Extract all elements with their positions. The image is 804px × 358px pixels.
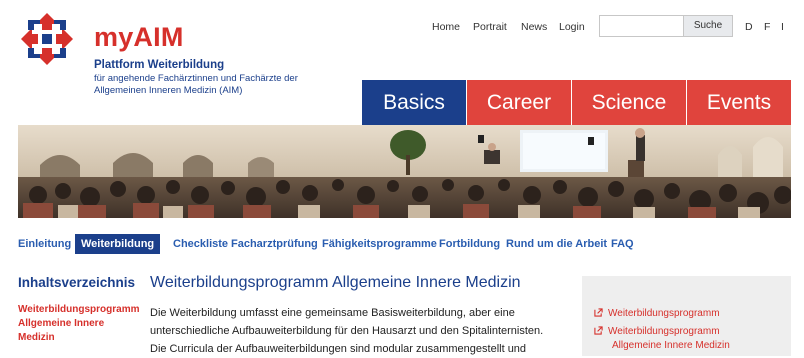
article-body: Die Weiterbildung umfasst eine gemeinsam… bbox=[150, 304, 570, 358]
conference-hall-photo bbox=[18, 125, 791, 218]
hero-image bbox=[18, 125, 791, 218]
related-link-2-continued[interactable]: Allgemeine Innere Medizin bbox=[612, 340, 730, 351]
article-line: Die Curricula der Aufbauweiterbildungen … bbox=[150, 343, 527, 355]
tab-career[interactable]: Career bbox=[467, 80, 571, 125]
related-link-2[interactable]: Weiterbildungsprogramm bbox=[594, 326, 720, 337]
topnav-login[interactable]: Login bbox=[559, 21, 585, 33]
aim-logo-icon[interactable] bbox=[18, 10, 76, 68]
lang-d[interactable]: D bbox=[745, 21, 753, 33]
brand-title[interactable]: myAIM bbox=[94, 22, 184, 53]
subnav-faehigkeitsprogramme[interactable]: Fähigkeitsprogramme bbox=[322, 234, 437, 254]
tab-science[interactable]: Science bbox=[572, 80, 686, 125]
subnav-fortbildung[interactable]: Fortbildung bbox=[439, 234, 500, 254]
tab-basics[interactable]: Basics bbox=[362, 80, 466, 125]
lang-f[interactable]: F bbox=[764, 21, 770, 33]
topnav-home[interactable]: Home bbox=[432, 21, 460, 33]
subnav-checkliste[interactable]: Checkliste bbox=[173, 234, 228, 254]
search-button[interactable]: Suche bbox=[683, 15, 733, 37]
lang-i[interactable]: I bbox=[781, 21, 784, 33]
brand-description: für angehende Fachärztinnen und Fachärzt… bbox=[94, 73, 298, 96]
subnav-weiterbildung[interactable]: Weiterbildung bbox=[75, 234, 161, 254]
brand-subtitle: Plattform Weiterbildung bbox=[94, 59, 225, 71]
subnav-rund-um-die-arbeit[interactable]: Rund um die Arbeit bbox=[506, 234, 607, 254]
subnav-faq[interactable]: FAQ bbox=[611, 234, 634, 254]
topnav-portrait[interactable]: Portrait bbox=[473, 21, 507, 33]
tab-events[interactable]: Events bbox=[687, 80, 791, 125]
related-link-label: Weiterbildungsprogramm bbox=[608, 308, 720, 319]
article-title: Weiterbildungsprogramm Allgemeine Innere… bbox=[150, 274, 521, 291]
toc-title: Inhaltsverzeichnis bbox=[18, 275, 136, 290]
toc-item-rest: Allgemeine Innere Medizin bbox=[18, 318, 105, 343]
subnav-einleitung[interactable]: Einleitung bbox=[18, 234, 71, 254]
article-line: Die Weiterbildung umfasst eine gemeinsam… bbox=[150, 307, 515, 319]
related-link-label: Weiterbildungsprogramm bbox=[608, 326, 720, 337]
site-header: myAIM Plattform Weiterbildung für angehe… bbox=[0, 0, 804, 125]
topnav-news[interactable]: News bbox=[521, 21, 547, 33]
subnav-facharztpruefung[interactable]: Facharztprüfung bbox=[231, 234, 318, 254]
article-line: unterschiedliche Aufbauweiterbildung für… bbox=[150, 325, 544, 337]
external-link-icon bbox=[594, 308, 603, 317]
search-input[interactable] bbox=[599, 15, 683, 37]
toc-item-line1: Weiterbildungsprogramm bbox=[18, 304, 140, 315]
external-link-icon bbox=[594, 326, 603, 335]
toc-item-weiterbildungsprogramm[interactable]: Weiterbildungsprogramm Allgemeine Innere… bbox=[18, 303, 140, 345]
main-navigation: Basics Career Science Events bbox=[362, 80, 791, 125]
related-link-1[interactable]: Weiterbildungsprogramm bbox=[594, 308, 720, 319]
